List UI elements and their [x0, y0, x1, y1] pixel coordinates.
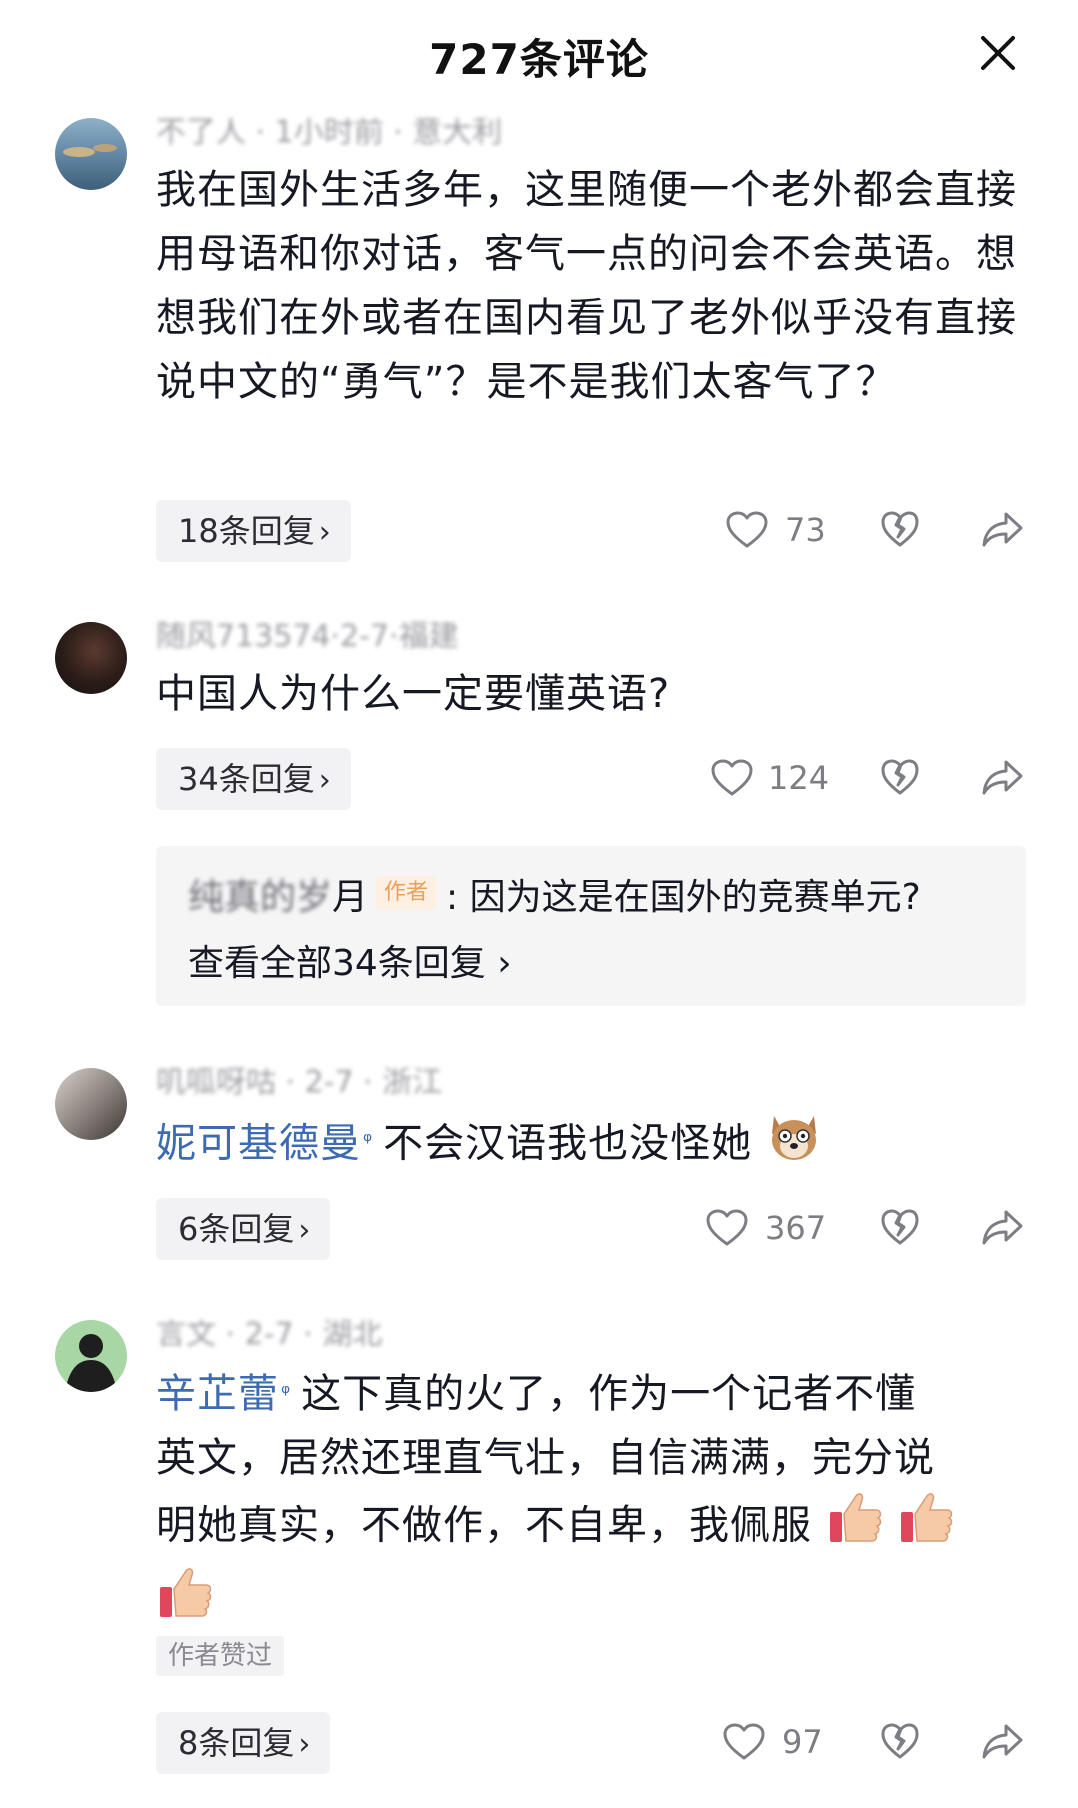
view-replies-button[interactable]: 18条回复 ›: [156, 500, 351, 562]
chevron-right-icon: ›: [298, 1213, 311, 1248]
like-button[interactable]: [705, 1208, 749, 1252]
comment-text: 明她真实，不做作，不自卑，我佩服: [156, 1502, 812, 1549]
close-icon: [981, 36, 1015, 70]
thumbs-up-icon: [897, 1490, 955, 1565]
share-button[interactable]: [980, 510, 1024, 554]
thumbs-up-icon: [156, 1565, 214, 1640]
replies-label: 8条回复: [178, 1724, 295, 1762]
heart-icon: [706, 1209, 748, 1246]
search-icon: ᵠ: [281, 1381, 292, 1406]
share-arrow-icon: [982, 760, 1023, 795]
view-replies-button[interactable]: 6条回复 ›: [156, 1198, 331, 1260]
like-count: 124: [768, 759, 830, 797]
view-all-label: 查看全部34条回复: [188, 943, 486, 984]
like-count: 367: [765, 1209, 827, 1247]
view-all-replies-link[interactable]: 查看全部34条回复 ›: [188, 934, 512, 986]
chevron-right-icon: ›: [318, 515, 331, 550]
share-button[interactable]: [980, 758, 1024, 802]
avatar[interactable]: [55, 118, 127, 190]
avatar[interactable]: [55, 1068, 127, 1140]
broken-heart-icon: [881, 1209, 919, 1245]
replies-label: 34条回复: [178, 760, 315, 798]
dog-emoji-icon: [766, 1110, 822, 1181]
reply-author-name-tail: 月: [332, 877, 369, 918]
share-arrow-icon: [982, 1724, 1023, 1759]
chevron-right-icon: ›: [298, 1727, 311, 1762]
comment-text: 我在国外生活多年，这里随便一个老外都会直接用母语和你对话，客气一点的问会不会英语…: [156, 167, 1017, 405]
author-liked-badge: 作者赞过: [156, 1636, 285, 1676]
reply-author-name[interactable]: 纯真的岁月: [188, 868, 368, 920]
heart-icon: [711, 759, 753, 796]
author-badge: 作者: [376, 876, 437, 910]
close-button[interactable]: [975, 30, 1021, 76]
view-replies-button[interactable]: 34条回复 ›: [156, 748, 351, 810]
share-arrow-icon: [982, 1210, 1023, 1245]
comment-username[interactable]: 叽呱呀咕 · 2-7 · 浙江: [156, 1068, 442, 1098]
comments-header: 727条评论: [0, 0, 1078, 110]
share-button[interactable]: [980, 1208, 1024, 1252]
reply-author-name-blurred: 纯真的岁: [188, 877, 333, 918]
comment-text-line: 英文，居然还理直气壮，自信满满，完分说: [156, 1435, 935, 1481]
reply-text: : 因为这是在国外的竞赛单元?: [446, 877, 921, 918]
comment-username[interactable]: 不了人 · 1小时前 · 意大利: [156, 118, 502, 148]
like-count: 97: [782, 1723, 823, 1761]
heart-icon: [723, 1723, 765, 1760]
heart-icon: [726, 511, 768, 548]
pinned-reply-box[interactable]: 纯真的岁月 作者 : 因为这是在国外的竞赛单元? 查看全部34条回复 ›: [156, 846, 1026, 1006]
dislike-button[interactable]: [880, 510, 920, 554]
comment-text: 中国人为什么一定要懂英语?: [156, 671, 671, 717]
thumbs-up-icon: [826, 1490, 884, 1565]
comment-text-line: 辛芷蕾ᵠ 这下真的火了，作为一个记者不懂: [156, 1362, 1036, 1426]
chevron-right-icon: ›: [485, 943, 512, 984]
dislike-button[interactable]: [880, 1208, 920, 1252]
like-button[interactable]: [710, 758, 754, 802]
chevron-right-icon: ›: [318, 763, 331, 798]
comment-username[interactable]: 随风713574·2-7·福建: [156, 622, 459, 652]
comments-count-title: 727条评论: [429, 35, 649, 84]
comment-username[interactable]: 言文 · 2-7 · 湖北: [156, 1320, 382, 1350]
share-arrow-icon: [982, 512, 1023, 547]
broken-heart-icon: [881, 511, 919, 547]
avatar[interactable]: [55, 1320, 127, 1392]
like-count: 73: [785, 511, 826, 549]
comment-text-block: 辛芷蕾ᵠ 这下真的火了，作为一个记者不懂 英文，居然还理直气壮，自信满满，完分说 …: [156, 1362, 1036, 1640]
like-button[interactable]: [722, 1722, 766, 1766]
comment-text-line: 明她真实，不做作，不自卑，我佩服: [156, 1490, 1036, 1565]
view-replies-button[interactable]: 8条回复 ›: [156, 1712, 331, 1774]
comment-text: 这下真的火了，作为一个记者不懂: [301, 1371, 917, 1417]
comment-text: 不会汉语我也没怪她: [383, 1120, 753, 1167]
mentioned-user-link[interactable]: 辛芷蕾: [156, 1371, 279, 1417]
like-button[interactable]: [725, 510, 769, 554]
replies-label: 6条回复: [178, 1210, 295, 1248]
comment-text-line: [156, 1565, 1036, 1640]
comment-text-row: 妮可基德曼ᵠ 不会汉语我也没怪她: [156, 1110, 1036, 1181]
replies-label: 18条回复: [178, 512, 315, 550]
avatar[interactable]: [55, 622, 127, 694]
dislike-button[interactable]: [880, 1722, 920, 1766]
broken-heart-icon: [881, 759, 919, 795]
dislike-button[interactable]: [880, 758, 920, 802]
search-icon: ᵠ: [363, 1129, 374, 1154]
share-button[interactable]: [980, 1722, 1024, 1766]
broken-heart-icon: [881, 1723, 919, 1759]
mentioned-user-link[interactable]: 妮可基德曼: [156, 1121, 361, 1167]
